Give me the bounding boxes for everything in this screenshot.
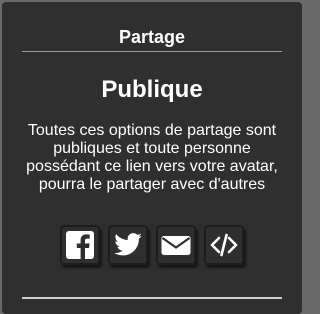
share-buttons-row: [2, 225, 302, 267]
share-facebook-button[interactable]: [60, 225, 100, 265]
visibility-description: Toutes ces options de partage sont publi…: [26, 122, 278, 193]
panel-title: Partage: [118, 27, 186, 47]
panel-header: Partage: [2, 2, 302, 50]
share-embed-button[interactable]: [204, 225, 244, 265]
facebook-icon: [66, 231, 94, 259]
share-email-button[interactable]: [156, 225, 196, 265]
share-twitter-button[interactable]: [108, 225, 148, 265]
twitter-icon: [114, 233, 142, 256]
header-divider: [22, 51, 282, 52]
visibility-title: Publique: [101, 76, 203, 103]
footer-divider: [22, 297, 282, 299]
embed-code-icon: [210, 233, 238, 257]
share-panel: Partage Publique Toutes ces options de p…: [2, 2, 302, 314]
email-icon: [161, 236, 191, 255]
